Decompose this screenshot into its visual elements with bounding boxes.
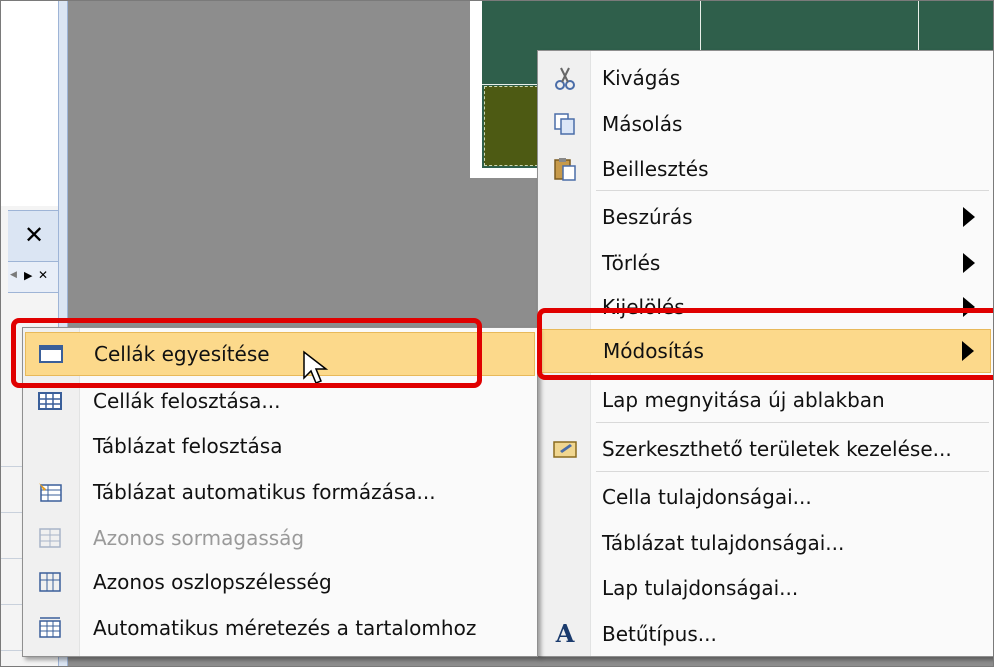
close-icon[interactable]: ✕ [20, 221, 48, 249]
menu-item-split-table[interactable]: Táblázat felosztása [25, 424, 535, 468]
submenu-arrow-icon [963, 207, 975, 227]
menu-item-paste[interactable]: Beillesztés [540, 147, 991, 191]
font-icon: A [555, 619, 575, 648]
split-cells-icon [37, 388, 63, 414]
menu-item-open-page-new-window[interactable]: Lap megnyitása új ablakban [540, 378, 991, 422]
menu-separator [596, 422, 989, 423]
submenu-arrow-icon [963, 253, 975, 273]
copy-icon [552, 111, 578, 137]
nav-close-icon[interactable]: ✕ [38, 268, 48, 282]
left-document-area [0, 0, 59, 206]
menu-item-font[interactable]: A Betűtípus... [540, 612, 991, 656]
autofit-icon [37, 615, 63, 641]
menu-item-autofit-contents[interactable]: Automatikus méretezés a tartalomhoz [25, 606, 535, 650]
menu-item-insert[interactable]: Beszúrás [540, 195, 991, 239]
annotation-highlight-merge-cells [11, 318, 482, 388]
menu-item-cell-properties[interactable]: Cella tulajdonságai... [540, 475, 991, 519]
selected-table-cell[interactable] [484, 86, 538, 166]
nav-left-icon[interactable]: ◀ [10, 270, 17, 280]
annotation-highlight-modify [537, 308, 994, 380]
menu-item-distribute-rows[interactable]: Azonos sormagasság [25, 516, 535, 560]
menu-item-distribute-columns[interactable]: Azonos oszlopszélesség [25, 560, 535, 604]
menu-item-copy[interactable]: Másolás [540, 102, 991, 146]
scissors-icon [552, 65, 578, 91]
paste-icon [552, 156, 578, 182]
menu-item-autoformat-table[interactable]: Táblázat automatikus formázása... [25, 470, 535, 514]
distribute-columns-icon [37, 569, 63, 595]
menu-separator [596, 190, 989, 191]
menu-item-cut[interactable]: Kivágás [540, 56, 991, 100]
menu-item-page-properties[interactable]: Lap tulajdonságai... [540, 566, 991, 610]
menu-item-manage-editable-regions[interactable]: Szerkeszthető területek kezelése... [540, 427, 991, 471]
menu-item-delete[interactable]: Törlés [540, 241, 991, 285]
autoformat-table-icon [37, 479, 63, 505]
nav-right-icon[interactable]: ▶ [24, 269, 32, 282]
menu-separator [596, 471, 989, 472]
distribute-rows-icon [37, 525, 63, 551]
menu-item-table-properties[interactable]: Táblázat tulajdonságai... [540, 521, 991, 565]
editable-regions-icon [552, 436, 578, 462]
